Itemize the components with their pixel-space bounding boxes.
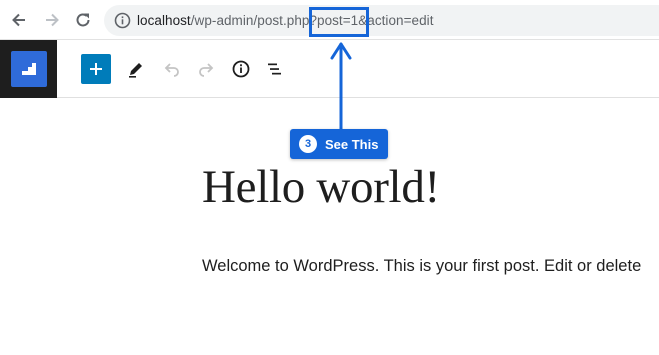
step-number-badge: 3 xyxy=(299,135,317,153)
url-host: localhost xyxy=(137,13,191,28)
reload-icon xyxy=(76,13,90,27)
site-logo-button[interactable] xyxy=(0,40,57,98)
url-text: localhost/wp-admin/post.php?post=1&actio… xyxy=(137,13,434,28)
tools-button[interactable] xyxy=(121,54,151,84)
redo-button[interactable] xyxy=(191,54,221,84)
add-block-button[interactable] xyxy=(81,54,111,84)
address-bar[interactable]: localhost/wp-admin/post.php?post=1&actio… xyxy=(104,5,659,36)
site-hub-icon xyxy=(21,63,36,75)
url-highlight-box xyxy=(309,7,369,37)
details-button[interactable] xyxy=(226,54,256,84)
step-callout: 3 See This xyxy=(290,129,388,159)
post-paragraph[interactable]: Welcome to WordPress. This is your first… xyxy=(202,257,659,276)
plus-icon xyxy=(90,63,102,75)
forward-button[interactable] xyxy=(40,8,64,32)
info-icon[interactable] xyxy=(114,12,131,29)
site-icon xyxy=(10,51,47,87)
info-icon xyxy=(232,60,250,78)
undo-button[interactable] xyxy=(157,54,187,84)
arrow-right-icon xyxy=(46,13,59,27)
callout-label: See This xyxy=(325,136,379,152)
browser-toolbar: localhost/wp-admin/post.php?post=1&actio… xyxy=(0,0,659,40)
pencil-icon xyxy=(129,63,142,78)
post-title[interactable]: Hello world! xyxy=(202,160,440,214)
arrow-left-icon xyxy=(12,13,25,27)
list-view-icon xyxy=(268,63,281,75)
undo-icon xyxy=(164,63,179,77)
reload-button[interactable] xyxy=(71,8,95,32)
list-view-button[interactable] xyxy=(260,54,290,84)
redo-icon xyxy=(199,63,214,77)
annotation-arrow xyxy=(330,42,352,129)
back-button[interactable] xyxy=(7,8,31,32)
